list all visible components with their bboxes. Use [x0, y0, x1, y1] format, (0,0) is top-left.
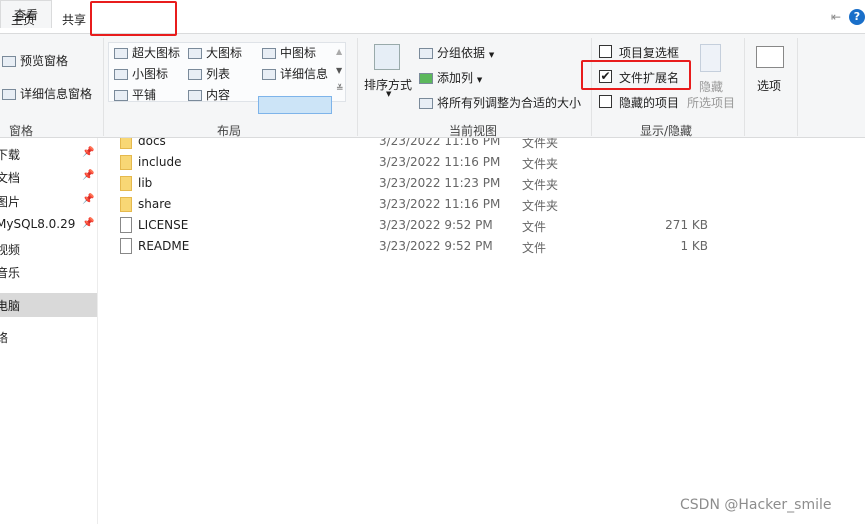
- group-label-show-hide: 显示/隐藏: [640, 124, 693, 138]
- item-checkboxes-checkbox[interactable]: [599, 45, 612, 58]
- hide-selected-button[interactable]: 隐藏: [699, 78, 723, 95]
- navigation-pane: 下载 📌 文档 📌 图片 📌 MySQL8.0.29 📌 视频 音乐 电脑 络: [0, 138, 98, 524]
- layout-details[interactable]: 详细信息: [262, 65, 328, 82]
- item-checkboxes-label: 项目复选框: [619, 46, 680, 60]
- hide-selected-label: 所选项目: [687, 96, 736, 110]
- gallery-scroll-down-icon[interactable]: ▼: [336, 66, 342, 75]
- pin-icon: 📌: [82, 170, 95, 181]
- folder-icon: [120, 155, 132, 170]
- nav-documents[interactable]: 文档: [0, 169, 20, 186]
- file-type: 文件: [522, 241, 547, 255]
- file-date: 3/23/2022 9:52 PM: [379, 239, 493, 253]
- group-by-button[interactable]: 分组依据 ▼: [419, 44, 494, 61]
- layout-content[interactable]: 内容: [188, 86, 230, 103]
- preview-pane-icon: [2, 56, 16, 67]
- nav-downloads[interactable]: 下载: [0, 146, 20, 163]
- preview-pane-button[interactable]: 预览窗格: [2, 52, 68, 69]
- file-name: share: [138, 197, 172, 211]
- file-row[interactable]: share 3/23/2022 11:16 PM 文件夹: [100, 194, 720, 215]
- details-icon: [262, 69, 276, 80]
- gallery-expand-icon[interactable]: ≚: [336, 84, 344, 94]
- hide-selected-icon: [700, 44, 721, 72]
- details-pane-button[interactable]: 详细信息窗格: [2, 85, 92, 102]
- options-icon: [756, 46, 784, 68]
- extra-large-icons-icon: [114, 48, 128, 59]
- tab-home[interactable]: 主页: [11, 11, 35, 28]
- sort-dropdown-icon: ▼: [386, 90, 392, 98]
- file-size: 271 KB: [665, 218, 708, 232]
- file-date: 3/23/2022 11:23 PM: [379, 176, 501, 190]
- file-type: 文件夹: [522, 157, 559, 171]
- group-label-panes: 窗格: [9, 124, 34, 138]
- hidden-items-checkbox[interactable]: [599, 95, 612, 108]
- file-type: 文件夹: [522, 178, 559, 192]
- nav-this-pc[interactable]: 电脑: [0, 293, 97, 317]
- folder-icon: [120, 197, 132, 212]
- highlight-box-view-tab: [90, 1, 177, 36]
- options-button[interactable]: 选项: [757, 77, 781, 94]
- tab-share[interactable]: 共享: [62, 11, 86, 28]
- group-by-icon: [419, 48, 433, 59]
- file-row[interactable]: LICENSE 3/23/2022 9:52 PM 文件 271 KB: [100, 215, 720, 236]
- layout-selected-highlight: [258, 96, 332, 114]
- file-name: lib: [138, 176, 153, 190]
- details-pane-icon: [2, 89, 16, 100]
- layout-medium-icons[interactable]: 中图标: [262, 44, 316, 61]
- file-name: include: [138, 155, 182, 169]
- file-row[interactable]: lib 3/23/2022 11:23 PM 文件夹: [100, 173, 720, 194]
- medium-icons-icon: [262, 48, 276, 59]
- pin-ribbon-icon[interactable]: ⇤: [831, 10, 841, 24]
- small-icons-icon: [114, 69, 128, 80]
- size-columns-icon: [419, 98, 433, 109]
- group-label-current-view: 当前视图: [449, 124, 498, 138]
- highlight-box-file-extensions: [581, 60, 691, 90]
- watermark: CSDN @Hacker_smile: [680, 497, 832, 513]
- help-icon[interactable]: ?: [849, 9, 865, 25]
- add-columns-button[interactable]: 添加列 ▼: [419, 69, 482, 86]
- folder-icon: [120, 176, 132, 191]
- layout-large-icons[interactable]: 大图标: [188, 44, 242, 61]
- pin-icon: 📌: [82, 194, 95, 205]
- nav-mysql[interactable]: MySQL8.0.29: [0, 217, 75, 231]
- file-name: LICENSE: [138, 218, 189, 232]
- file-size: 1 KB: [680, 239, 708, 253]
- gallery-scroll-up-icon[interactable]: ▲: [336, 47, 342, 56]
- layout-extra-large-icons[interactable]: 超大图标: [114, 44, 180, 61]
- file-name: README: [138, 239, 190, 253]
- layout-tiles[interactable]: 平铺: [114, 86, 156, 103]
- add-columns-icon: [419, 73, 433, 84]
- large-icons-icon: [188, 48, 202, 59]
- nav-music[interactable]: 音乐: [0, 264, 20, 281]
- size-columns-to-fit-button[interactable]: 将所有列调整为合适的大小: [419, 94, 581, 111]
- pin-icon: 📌: [82, 218, 95, 229]
- file-type: 文件: [522, 220, 547, 234]
- tiles-icon: [114, 90, 128, 101]
- nav-videos[interactable]: 视频: [0, 241, 20, 258]
- file-date: 3/23/2022 11:16 PM: [379, 155, 501, 169]
- file-row[interactable]: include 3/23/2022 11:16 PM 文件夹: [100, 152, 720, 173]
- file-icon: [120, 238, 132, 254]
- pin-icon: 📌: [82, 147, 95, 158]
- content-icon: [188, 90, 202, 101]
- group-label-layout: 布局: [217, 124, 242, 138]
- list-icon: [188, 69, 202, 80]
- file-row[interactable]: README 3/23/2022 9:52 PM 文件 1 KB: [100, 236, 720, 257]
- nav-network[interactable]: 络: [0, 329, 8, 346]
- layout-list[interactable]: 列表: [188, 65, 230, 82]
- hidden-items-label: 隐藏的项目: [619, 96, 680, 110]
- ribbon: 预览窗格 详细信息窗格 窗格 超大图标 大图标 中图标 小图标 列表 详细信息 …: [0, 34, 865, 138]
- nav-pictures[interactable]: 图片: [0, 193, 20, 210]
- file-type: 文件夹: [522, 199, 559, 213]
- file-date: 3/23/2022 9:52 PM: [379, 218, 493, 232]
- layout-small-icons[interactable]: 小图标: [114, 65, 168, 82]
- file-date: 3/23/2022 11:16 PM: [379, 197, 501, 211]
- file-icon: [120, 217, 132, 233]
- sort-by-icon: [374, 44, 400, 70]
